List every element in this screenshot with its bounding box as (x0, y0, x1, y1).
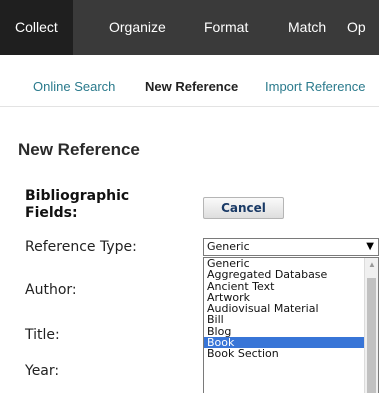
dropdown-option[interactable]: Audiovisual Material (204, 303, 378, 314)
nav-tab-options[interactable]: Op (333, 0, 379, 55)
subnav-link-new-reference[interactable]: New Reference (145, 79, 238, 94)
nav-tab-match[interactable]: Match (274, 0, 340, 55)
scrollbar-thumb[interactable] (367, 278, 376, 393)
dropdown-option[interactable]: Book Section (204, 348, 378, 359)
scroll-up-arrow-icon[interactable]: ▲ (368, 260, 376, 269)
nav-tab-format[interactable]: Format (190, 0, 262, 55)
author-label: Author: (25, 282, 77, 298)
year-label: Year: (25, 363, 60, 379)
nav-tab-collect[interactable]: Collect (0, 0, 73, 55)
reference-type-select[interactable]: Generic ▼ (203, 238, 379, 256)
top-navigation-bar: Collect Organize Format Match Op (0, 0, 379, 55)
cancel-button[interactable]: Cancel (203, 197, 284, 219)
dropdown-option[interactable]: Aggregated Database (204, 269, 378, 280)
reference-type-value: Generic (207, 240, 250, 253)
dropdown-arrow-icon[interactable]: ▼ (366, 239, 374, 255)
nav-tab-organize[interactable]: Organize (95, 0, 180, 55)
title-label: Title: (25, 327, 60, 343)
subnav-link-online-search[interactable]: Online Search (33, 79, 115, 94)
section-title-bibliographic-fields: Bibliographic Fields: (25, 188, 130, 221)
reference-type-dropdown-list: Generic Aggregated Database Ancient Text Ar… (203, 257, 379, 393)
sub-navigation-bar: Online Search New Reference Import Refer… (0, 55, 379, 107)
subnav-link-import-references[interactable]: Import Reference (265, 79, 365, 94)
page-title: New Reference (18, 140, 140, 159)
reference-type-label: Reference Type: (25, 239, 137, 255)
dropdown-scrollbar[interactable]: ▲ (364, 258, 378, 393)
